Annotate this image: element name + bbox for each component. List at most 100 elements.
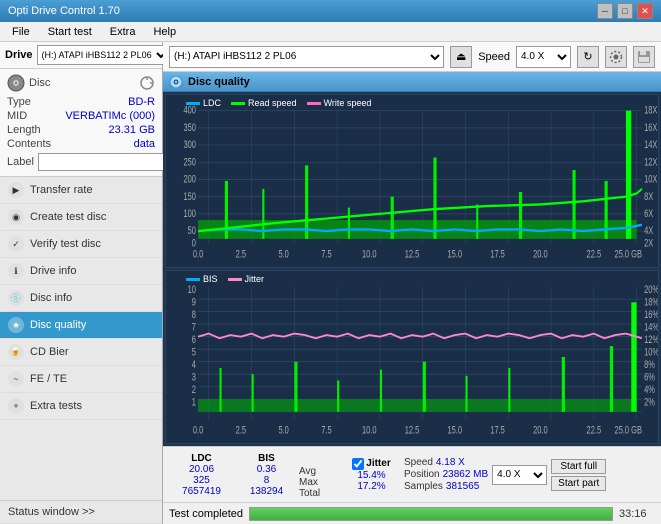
save-button[interactable] — [633, 46, 655, 68]
sidebar-item-cd-bier[interactable]: 🍺 CD Bier — [0, 339, 162, 366]
contents-key: Contents — [7, 138, 51, 150]
disc-header-left: Disc — [7, 74, 50, 92]
label-input[interactable] — [38, 153, 178, 171]
svg-text:18X: 18X — [644, 104, 658, 116]
sidebar-item-extra-tests[interactable]: + Extra tests — [0, 393, 162, 420]
status-window-label: Status window >> — [8, 506, 95, 518]
svg-text:6X: 6X — [644, 208, 654, 220]
maximize-button[interactable]: □ — [617, 3, 633, 19]
svg-text:16%: 16% — [644, 309, 658, 321]
svg-text:10: 10 — [188, 284, 196, 296]
chart2-svg: 10 9 8 7 6 5 4 3 2 1 20% 18% 16% — [166, 271, 658, 443]
svg-text:14%: 14% — [644, 321, 658, 333]
sidebar-item-transfer-rate[interactable]: ▶ Transfer rate — [0, 177, 162, 204]
fe-te-icon: ~ — [8, 371, 24, 387]
eject-button-right[interactable]: ⏏ — [450, 46, 472, 68]
sidebar-label-fe-te: FE / TE — [30, 373, 67, 385]
sidebar-label-transfer-rate: Transfer rate — [30, 184, 93, 196]
title-bar: Opti Drive Control 1.70 ─ □ ✕ — [0, 0, 661, 22]
sidebar-item-disc-quality[interactable]: ★ Disc quality — [0, 312, 162, 339]
sidebar-item-drive-info[interactable]: ℹ Drive info — [0, 258, 162, 285]
svg-text:12X: 12X — [644, 156, 658, 168]
progress-area: Test completed 33:16 — [163, 502, 661, 524]
svg-text:10%: 10% — [644, 346, 658, 358]
bis-legend-item: BIS — [186, 274, 218, 284]
ldc-col-header: LDC — [191, 453, 212, 464]
menu-file[interactable]: File — [4, 24, 38, 40]
speed-label: Speed — [478, 51, 510, 63]
status-window-button[interactable]: Status window >> — [0, 501, 162, 524]
progress-text: Test completed — [169, 508, 243, 520]
progress-bar-container — [249, 507, 613, 521]
stats-row: LDC 20.06 325 7657419 BIS 0.36 8 138294 … — [163, 446, 661, 502]
quality-panel-icon — [169, 75, 183, 89]
svg-text:5.0: 5.0 — [278, 424, 288, 436]
sidebar-item-verify-test-disc[interactable]: ✓ Verify test disc — [0, 231, 162, 258]
sidebar-label-disc-quality: Disc quality — [30, 319, 86, 331]
close-button[interactable]: ✕ — [637, 3, 653, 19]
cd-bier-icon: 🍺 — [8, 344, 24, 360]
start-part-button[interactable]: Start part — [551, 476, 606, 491]
bis-total-val: 138294 — [250, 486, 283, 497]
svg-text:8X: 8X — [644, 190, 654, 202]
stats-controls: 4.0 X Start full Start part — [492, 459, 606, 491]
menu-start-test[interactable]: Start test — [40, 24, 100, 40]
position-val: 23862 MB — [443, 469, 489, 480]
minimize-button[interactable]: ─ — [597, 3, 613, 19]
jitter-checkbox[interactable] — [352, 458, 364, 470]
svg-text:20%: 20% — [644, 284, 658, 296]
transfer-rate-icon: ▶ — [8, 182, 24, 198]
drive-select[interactable]: (H:) ATAPI iHBS112 2 PL06 — [37, 45, 170, 65]
settings-button[interactable] — [605, 46, 627, 68]
svg-text:10.0: 10.0 — [362, 248, 377, 260]
read-speed-legend-item: Read speed — [231, 98, 297, 108]
bis-legend-label: BIS — [203, 274, 218, 284]
svg-text:10.0: 10.0 — [362, 424, 377, 436]
svg-text:4X: 4X — [644, 225, 654, 237]
svg-text:8%: 8% — [644, 359, 655, 371]
menu-extra[interactable]: Extra — [102, 24, 144, 40]
menu-help[interactable]: Help — [145, 24, 184, 40]
max-label: Max — [299, 477, 339, 488]
drive-select-right[interactable]: (H:) ATAPI iHBS112 2 PL06 — [169, 46, 444, 68]
svg-text:2: 2 — [192, 384, 196, 396]
quality-panel-title: Disc quality — [188, 76, 250, 88]
ldc-legend-color — [186, 102, 200, 105]
samples-label: Samples — [404, 481, 443, 492]
ldc-legend-item: LDC — [186, 98, 221, 108]
write-speed-legend-item: Write speed — [307, 98, 372, 108]
window-controls: ─ □ ✕ — [597, 3, 653, 19]
progress-bar-fill — [250, 508, 612, 520]
svg-text:250: 250 — [183, 156, 195, 168]
refresh-icon[interactable] — [139, 75, 155, 91]
mid-val: VERBATIMc (000) — [65, 110, 155, 122]
refresh-drive-button[interactable]: ↻ — [577, 46, 599, 68]
drive-speed-bar: (H:) ATAPI iHBS112 2 PL06 ⏏ Speed 4.0 X … — [163, 42, 661, 72]
bis-max-val: 8 — [264, 475, 270, 486]
svg-text:12.5: 12.5 — [405, 248, 420, 260]
svg-text:15.0: 15.0 — [448, 248, 463, 260]
svg-text:5: 5 — [192, 346, 196, 358]
sidebar-item-disc-info[interactable]: 💿 Disc info — [0, 285, 162, 312]
sidebar-item-fe-te[interactable]: ~ FE / TE — [0, 366, 162, 393]
stats-bis-col: BIS 0.36 8 138294 — [234, 453, 299, 497]
speed-select-stats[interactable]: 4.0 X — [492, 465, 547, 485]
disc-panel-header: Disc — [7, 74, 155, 92]
sidebar-item-create-test-disc[interactable]: ◉ Create test disc — [0, 204, 162, 231]
left-panel: Drive (H:) ATAPI iHBS112 2 PL06 ⏏ Disc — [0, 42, 163, 524]
progress-time: 33:16 — [619, 508, 655, 520]
sidebar-label-extra-tests: Extra tests — [30, 400, 82, 412]
svg-text:12%: 12% — [644, 334, 658, 346]
disc-section-title: Disc — [29, 77, 50, 89]
jitter-legend-item: Jitter — [228, 274, 265, 284]
disc-icon — [7, 74, 25, 92]
menu-bar: File Start test Extra Help — [0, 22, 661, 42]
jitter-col-header: Jitter — [366, 458, 390, 469]
bis-avg-val: 0.36 — [257, 464, 276, 475]
speed-select[interactable]: 4.0 X — [516, 46, 571, 68]
chart1-legend: LDC Read speed Write speed — [186, 98, 371, 108]
sidebar-bottom: Status window >> — [0, 500, 162, 524]
start-full-button[interactable]: Start full — [551, 459, 606, 474]
svg-text:22.5: 22.5 — [587, 424, 602, 436]
ldc-total-val: 7657419 — [182, 486, 221, 497]
